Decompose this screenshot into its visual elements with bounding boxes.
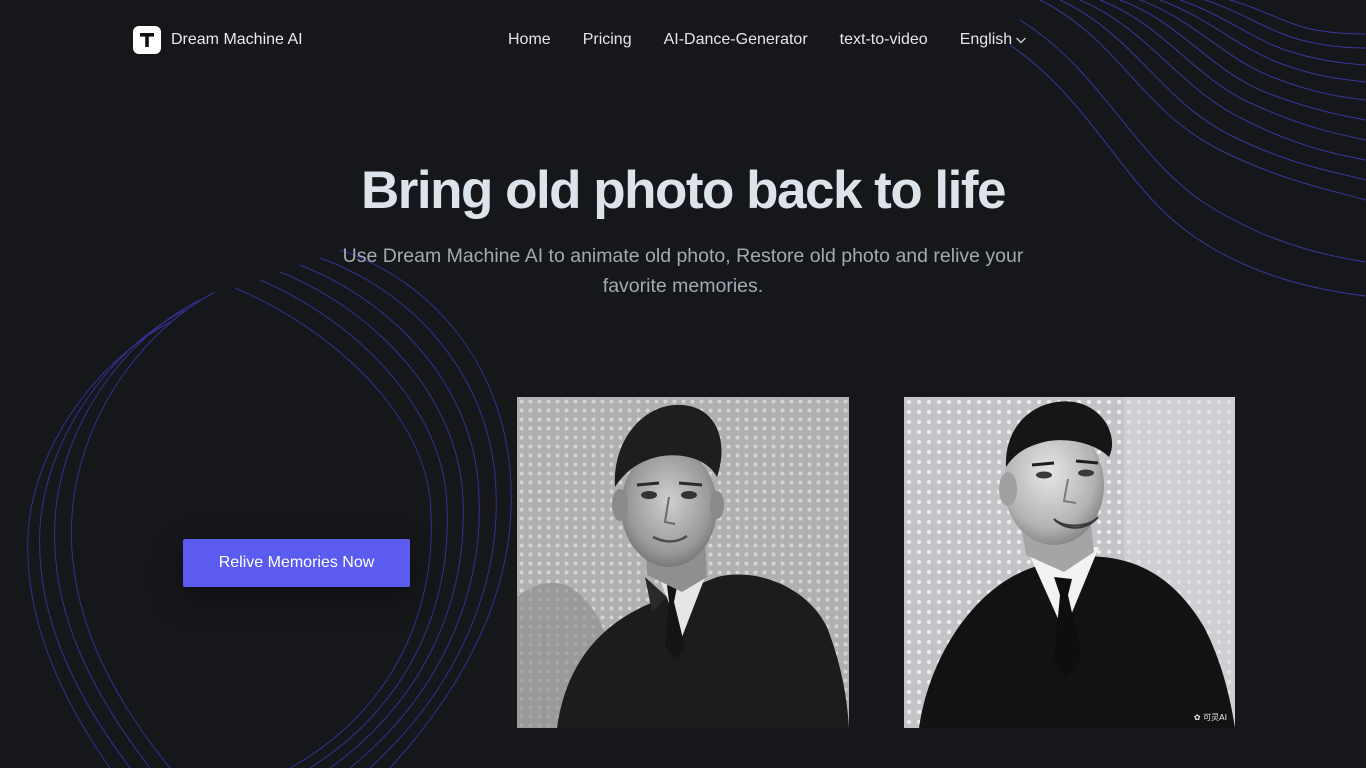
nav-item-pricing[interactable]: Pricing [583, 31, 632, 49]
nav-item-home[interactable]: Home [508, 31, 551, 49]
nav-item-ai-dance-generator[interactable]: AI-Dance-Generator [664, 31, 808, 49]
before-photo [517, 397, 849, 728]
after-photo: ✿ 可灵AI [904, 397, 1235, 728]
after-photo-image [904, 397, 1235, 728]
chevron-down-icon [1016, 37, 1027, 44]
logo-glyph [140, 33, 154, 47]
site-header: Dream Machine AI Home Pricing AI-Dance-G… [0, 0, 1366, 80]
brand-home-link[interactable]: Dream Machine AI [133, 26, 303, 54]
nav-item-text-to-video[interactable]: text-to-video [840, 31, 928, 49]
language-label: English [959, 31, 1013, 48]
before-photo-image [517, 397, 849, 728]
page: Dream Machine AI Home Pricing AI-Dance-G… [0, 0, 1366, 768]
language-selector[interactable]: English [960, 31, 1027, 49]
watermark: ✿ 可灵AI [1193, 713, 1227, 722]
hero-subtitle: Use Dream Machine AI to animate old phot… [342, 245, 1024, 297]
relive-memories-button[interactable]: Relive Memories Now [183, 539, 410, 587]
brand-name: Dream Machine AI [171, 31, 303, 48]
hero-title: Bring old photo back to life [360, 161, 1007, 220]
logo-icon [133, 26, 161, 54]
main-nav: Home Pricing AI-Dance-Generator text-to-… [508, 30, 1027, 50]
